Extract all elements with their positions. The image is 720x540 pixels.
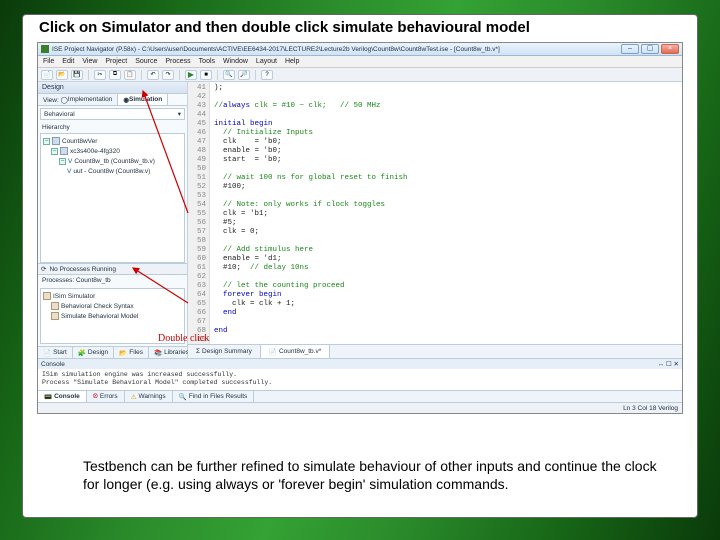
cut-icon[interactable]: ✂ [94, 70, 106, 80]
proc-simulate-behavioral: Simulate Behavioral Model [61, 313, 138, 320]
editor-pane: 41 42 43 44 45 46 47 48 49 50 51 52 53 5… [188, 82, 682, 358]
zoom-in-icon[interactable]: 🔍 [223, 70, 235, 80]
menu-tools[interactable]: Tools [199, 58, 215, 65]
title-bar: ISE Project Navigator (P.58x) - C:\Users… [38, 43, 682, 56]
tree-project: Count8wVer [62, 138, 97, 145]
find-icon[interactable]: 🔎 [238, 70, 250, 80]
hierarchy-tree[interactable]: –Count8wVer –xc3s400e-4fg320 –VCount8w_t… [40, 133, 185, 263]
paste-icon[interactable]: 📋 [124, 70, 136, 80]
view-tab-implementation[interactable]: View: ◯ Implementation [38, 94, 118, 105]
console-tab-errors[interactable]: ⮾ Errors [87, 391, 125, 402]
menu-window[interactable]: Window [223, 58, 248, 65]
menu-bar: File Edit View Project Source Process To… [38, 56, 682, 68]
console-line1: ISim simulation engine was increased suc… [42, 371, 678, 379]
design-pane-title: Design [38, 82, 187, 94]
open-icon[interactable]: 📂 [56, 70, 68, 80]
console-title: Console [41, 361, 65, 368]
new-icon[interactable]: 📄 [41, 70, 53, 80]
menu-help[interactable]: Help [285, 58, 299, 65]
close-button[interactable]: × [661, 44, 679, 54]
line-gutter: 41 42 43 44 45 46 47 48 49 50 51 52 53 5… [188, 82, 210, 344]
console-pane: Console ↔ ☐ ✕ ISim simulation engine was … [38, 358, 682, 402]
processes-label: Processes: Count8w_tb [38, 275, 187, 286]
console-tab-warnings[interactable]: ⚠ Warnings [125, 391, 173, 402]
menu-process[interactable]: Process [165, 58, 190, 65]
editor-tab-summary[interactable]: Σ Design Summary [188, 345, 261, 358]
double-click-label: Double click [158, 333, 209, 344]
console-tab-console[interactable]: 📟 Console [38, 391, 87, 402]
tree-tb: Count8w_tb (Count8w_tb.v) [74, 158, 155, 165]
proc-isim: ISim Simulator [53, 293, 95, 300]
tree-device: xc3s400e-4fg320 [70, 148, 120, 155]
window-title: ISE Project Navigator (P.58x) - C:\Users… [52, 46, 621, 53]
stop-icon[interactable]: ■ [200, 70, 212, 80]
redo-icon[interactable]: ↷ [162, 70, 174, 80]
proc-check-syntax: Behavioral Check Syntax [61, 303, 134, 310]
editor-tab-file[interactable]: 📄 Count8w_tb.v* [261, 345, 330, 358]
left-pane: Design View: ◯ Implementation ◉ Simulati… [38, 82, 188, 358]
app-icon [41, 45, 49, 53]
view-tab-simulation[interactable]: ◉ Simulation [118, 94, 168, 105]
save-icon[interactable]: 💾 [71, 70, 83, 80]
minimize-button[interactable]: – [621, 44, 639, 54]
sim-mode-dropdown[interactable]: Behavioral▾ [40, 108, 185, 120]
hierarchy-label: Hierarchy [38, 122, 187, 133]
console-tab-find[interactable]: 🔍 Find in Files Results [173, 391, 255, 402]
menu-view[interactable]: View [82, 58, 97, 65]
console-line2: Process "Simulate Behavioral Model" comp… [42, 379, 678, 387]
app-screenshot: ISE Project Navigator (P.58x) - C:\Users… [37, 42, 683, 414]
menu-source[interactable]: Source [135, 58, 157, 65]
copy-icon[interactable]: ⧉ [109, 70, 121, 80]
maximize-button[interactable]: ▢ [641, 44, 659, 54]
instruction-text: Click on Simulator and then double click… [23, 15, 697, 42]
running-icon: ⟳ [41, 265, 46, 273]
tree-uut: uut - Count8w (Count8w.v) [73, 168, 150, 175]
menu-edit[interactable]: Edit [62, 58, 74, 65]
help-icon[interactable]: ? [261, 70, 273, 80]
undo-icon[interactable]: ↶ [147, 70, 159, 80]
code-editor[interactable]: 41 42 43 44 45 46 47 48 49 50 51 52 53 5… [188, 82, 682, 344]
no-processes-label: No Processes Running [49, 266, 115, 273]
menu-project[interactable]: Project [105, 58, 127, 65]
toolbar: 📄 📂 💾 ✂ ⧉ 📋 ↶ ↷ ▶ ■ 🔍 🔎 ? [38, 68, 682, 82]
left-tab-files[interactable]: 📂 Files [114, 347, 149, 358]
left-tab-design[interactable]: 🧩 Design [73, 347, 114, 358]
console-buttons[interactable]: ↔ ☐ ✕ [658, 360, 679, 368]
footer-text: Testbench can be further refined to simu… [83, 458, 657, 493]
code-lines[interactable]: ); //always clk = #10 ~ clk; // 50 MHz i… [210, 82, 682, 344]
menu-file[interactable]: File [43, 58, 54, 65]
console-body[interactable]: ISim simulation engine was increased suc… [38, 369, 682, 390]
run-icon[interactable]: ▶ [185, 70, 197, 80]
menu-layout[interactable]: Layout [256, 58, 277, 65]
status-bar: Ln 3 Col 18 Verilog [38, 402, 682, 413]
left-tab-start[interactable]: 📄 Start [38, 347, 73, 358]
